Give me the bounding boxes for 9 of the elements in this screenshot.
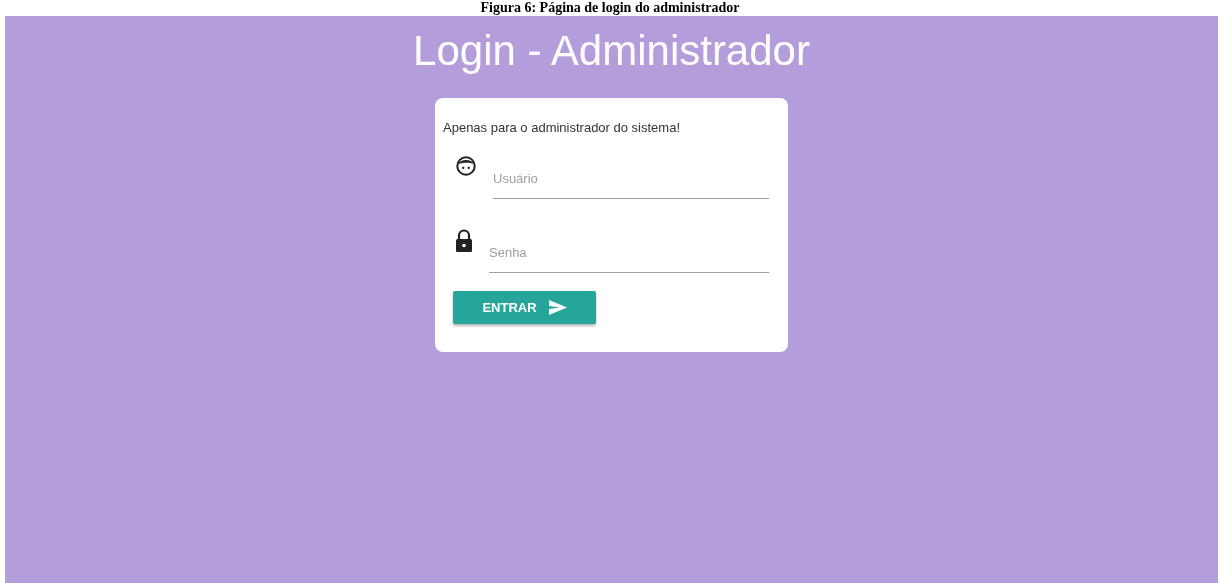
page-title: Login - Administrador xyxy=(413,26,810,76)
password-field[interactable]: Senha xyxy=(489,231,769,273)
login-button[interactable]: ENTRAR xyxy=(453,291,596,324)
notice-text: Apenas para o administrador do sistema! xyxy=(443,120,681,135)
face-icon xyxy=(455,155,477,177)
lock-icon xyxy=(455,229,473,253)
figure-caption: Figura 6: Página de login do administrador xyxy=(480,0,740,16)
username-field[interactable]: Usuário xyxy=(493,157,769,199)
send-icon xyxy=(548,300,567,315)
